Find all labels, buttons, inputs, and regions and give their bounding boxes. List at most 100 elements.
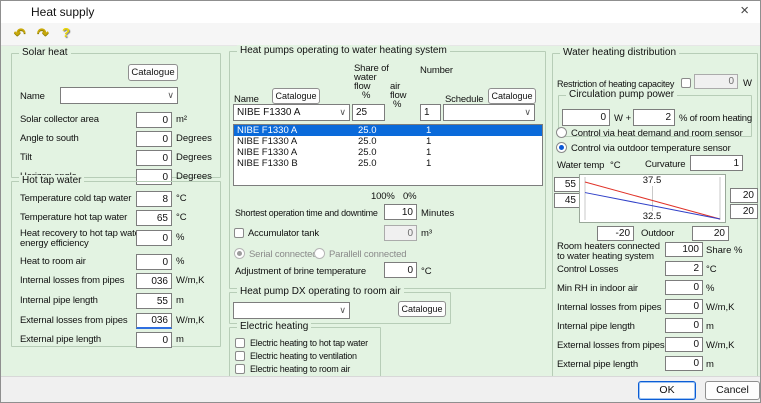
- internal-pipe-length-input[interactable]: [136, 293, 172, 309]
- curvature-input[interactable]: [690, 155, 743, 171]
- solar-heat-group: Solar heat Catalogue Name ∨ Solar collec…: [11, 53, 221, 178]
- heat-to-room-air-input[interactable]: [136, 254, 172, 270]
- control-room-sensor-radio[interactable]: [556, 127, 567, 138]
- circulation-percent-input[interactable]: [633, 109, 675, 126]
- electric-ventilation-label: Electric heating to ventilation: [250, 351, 357, 361]
- help-icon[interactable]: ?: [62, 25, 70, 40]
- water-temp-right-low-input[interactable]: [730, 204, 758, 219]
- distribution-group-title: Water heating distribution: [560, 47, 679, 58]
- hot-tap-water-group: Hot tap water Temperature cold tap water…: [11, 181, 221, 347]
- heat-pump-row[interactable]: NIBE F1330 A 25.0 1: [234, 136, 542, 147]
- parallel-connected-radio[interactable]: [314, 248, 325, 259]
- field-label: External losses from pipes: [557, 340, 665, 351]
- heat-pump-row[interactable]: NIBE F1330 A 25.0 1: [234, 147, 542, 158]
- shortest-operation-input[interactable]: [384, 204, 417, 220]
- hp-catalogue-button[interactable]: Catalogue: [272, 88, 320, 104]
- share-water-flow-input[interactable]: [352, 104, 385, 121]
- dist-internal-pipe-length-input[interactable]: [665, 318, 703, 333]
- angle-to-south-input[interactable]: [136, 131, 172, 147]
- field-label: Solar collector area: [20, 114, 99, 125]
- control-losses-input[interactable]: [665, 261, 703, 276]
- field-unit: W/m,K: [706, 302, 735, 313]
- outdoor-max-input[interactable]: [692, 226, 729, 241]
- temp-hot-tap-water-input[interactable]: [136, 210, 172, 226]
- field-label: Internal losses from pipes: [557, 302, 661, 313]
- circulation-watts-input[interactable]: [562, 109, 610, 126]
- cancel-button[interactable]: Cancel: [705, 381, 760, 400]
- schedule-combobox[interactable]: ∨: [443, 104, 535, 121]
- heat-recovery-input[interactable]: [136, 230, 172, 246]
- accumulator-tank-label: Accumulator tank: [248, 228, 319, 239]
- brine-temperature-input[interactable]: [384, 262, 417, 278]
- outdoor-min-input[interactable]: [597, 226, 634, 241]
- chevron-down-icon: ∨: [167, 90, 174, 101]
- field-row: Min RH in indoor air %: [553, 280, 757, 296]
- air-flow-header: air flow %: [390, 82, 406, 109]
- total-air-share-label: 0%: [403, 191, 416, 202]
- electric-room-air-label: Electric heating to room air: [250, 364, 350, 374]
- field-unit: °C: [706, 264, 717, 275]
- accumulator-tank-checkbox[interactable]: [234, 228, 244, 238]
- serial-connected-radio[interactable]: [234, 248, 245, 259]
- control-room-sensor-label: Control via heat demand and room sensor: [571, 128, 743, 139]
- min-rh-input[interactable]: [665, 280, 703, 295]
- serial-connected-label: Serial connected: [249, 249, 317, 260]
- chevron-down-icon: ∨: [524, 107, 531, 118]
- field-unit: m: [706, 359, 714, 370]
- dist-external-pipe-length-input[interactable]: [665, 356, 703, 371]
- control-outdoor-sensor-radio[interactable]: [556, 142, 567, 153]
- accumulator-volume-input: [384, 225, 417, 241]
- dist-internal-losses-input[interactable]: [665, 299, 703, 314]
- field-label: Temperature hot tap water: [20, 212, 127, 223]
- external-pipe-length-input[interactable]: [136, 332, 172, 348]
- water-temp-high-input[interactable]: [554, 177, 580, 192]
- solar-name-combobox[interactable]: ∨: [60, 87, 178, 104]
- water-temp-right-high-input[interactable]: [730, 188, 758, 203]
- ok-button[interactable]: OK: [638, 381, 696, 400]
- field-row: Internal losses from pipes W/m,K: [553, 299, 757, 315]
- heat-supply-dialog: Heat supply × ↶ ↷ ? Solar heat Catalogue…: [0, 0, 761, 403]
- field-row: Control Losses °C: [553, 261, 757, 277]
- schedule-catalogue-button[interactable]: Catalogue: [488, 88, 536, 104]
- dx-combobox[interactable]: ∨: [233, 302, 350, 319]
- electric-hot-tap-water-checkbox[interactable]: [235, 338, 245, 348]
- tilt-input[interactable]: [136, 150, 172, 166]
- undo-icon[interactable]: ↶: [14, 25, 26, 42]
- number-header: Number: [420, 65, 453, 76]
- curvature-label: Curvature: [645, 159, 685, 170]
- field-unit: m²: [176, 114, 187, 125]
- dx-catalogue-button[interactable]: Catalogue: [398, 301, 446, 317]
- solar-catalogue-button[interactable]: Catalogue: [128, 64, 178, 81]
- circulation-pump-group-title: Circulation pump power: [566, 89, 677, 100]
- field-label: Angle to south: [20, 133, 79, 144]
- internal-losses-pipes-input[interactable]: [136, 273, 172, 289]
- chevron-down-icon: ∨: [339, 305, 346, 316]
- dist-external-losses-input[interactable]: [665, 337, 703, 352]
- electric-room-air-checkbox[interactable]: [235, 364, 245, 374]
- hp-name-combobox[interactable]: NIBE F1330 A ∨: [233, 104, 350, 121]
- restriction-checkbox[interactable]: [681, 78, 691, 88]
- field-row: Temperature cold tap water °C: [12, 191, 220, 207]
- field-unit: %: [706, 283, 714, 294]
- field-label: Room heaters connectedto water heating s…: [557, 242, 660, 262]
- field-unit: W/m,K: [176, 315, 205, 326]
- temp-cold-tap-water-input[interactable]: [136, 191, 172, 207]
- field-unit: W/m,K: [176, 275, 205, 286]
- solar-collector-area-input[interactable]: [136, 112, 172, 128]
- water-temp-low-input[interactable]: [554, 193, 580, 208]
- room-heaters-share-input[interactable]: [665, 242, 703, 257]
- field-row: Heat to room air %: [12, 254, 220, 270]
- field-unit: Degrees: [176, 133, 212, 144]
- number-input[interactable]: [420, 104, 441, 121]
- brine-temperature-unit: °C: [421, 266, 432, 277]
- heat-pump-list: NIBE F1330 A 25.0 1 NIBE F1330 A 25.0 1 …: [233, 124, 543, 186]
- control-outdoor-sensor-label: Control via outdoor temperature sensor: [571, 143, 731, 154]
- heat-pump-row[interactable]: NIBE F1330 B 25.0 1: [234, 158, 542, 169]
- window-title: Heat supply: [31, 5, 94, 19]
- close-icon[interactable]: ×: [740, 2, 749, 19]
- hp-name-value: NIBE F1330 A: [237, 107, 300, 118]
- external-losses-pipes-input[interactable]: [136, 313, 172, 329]
- heat-pump-row[interactable]: NIBE F1330 A 25.0 1: [234, 125, 542, 136]
- electric-ventilation-checkbox[interactable]: [235, 351, 245, 361]
- redo-icon[interactable]: ↷: [37, 25, 49, 42]
